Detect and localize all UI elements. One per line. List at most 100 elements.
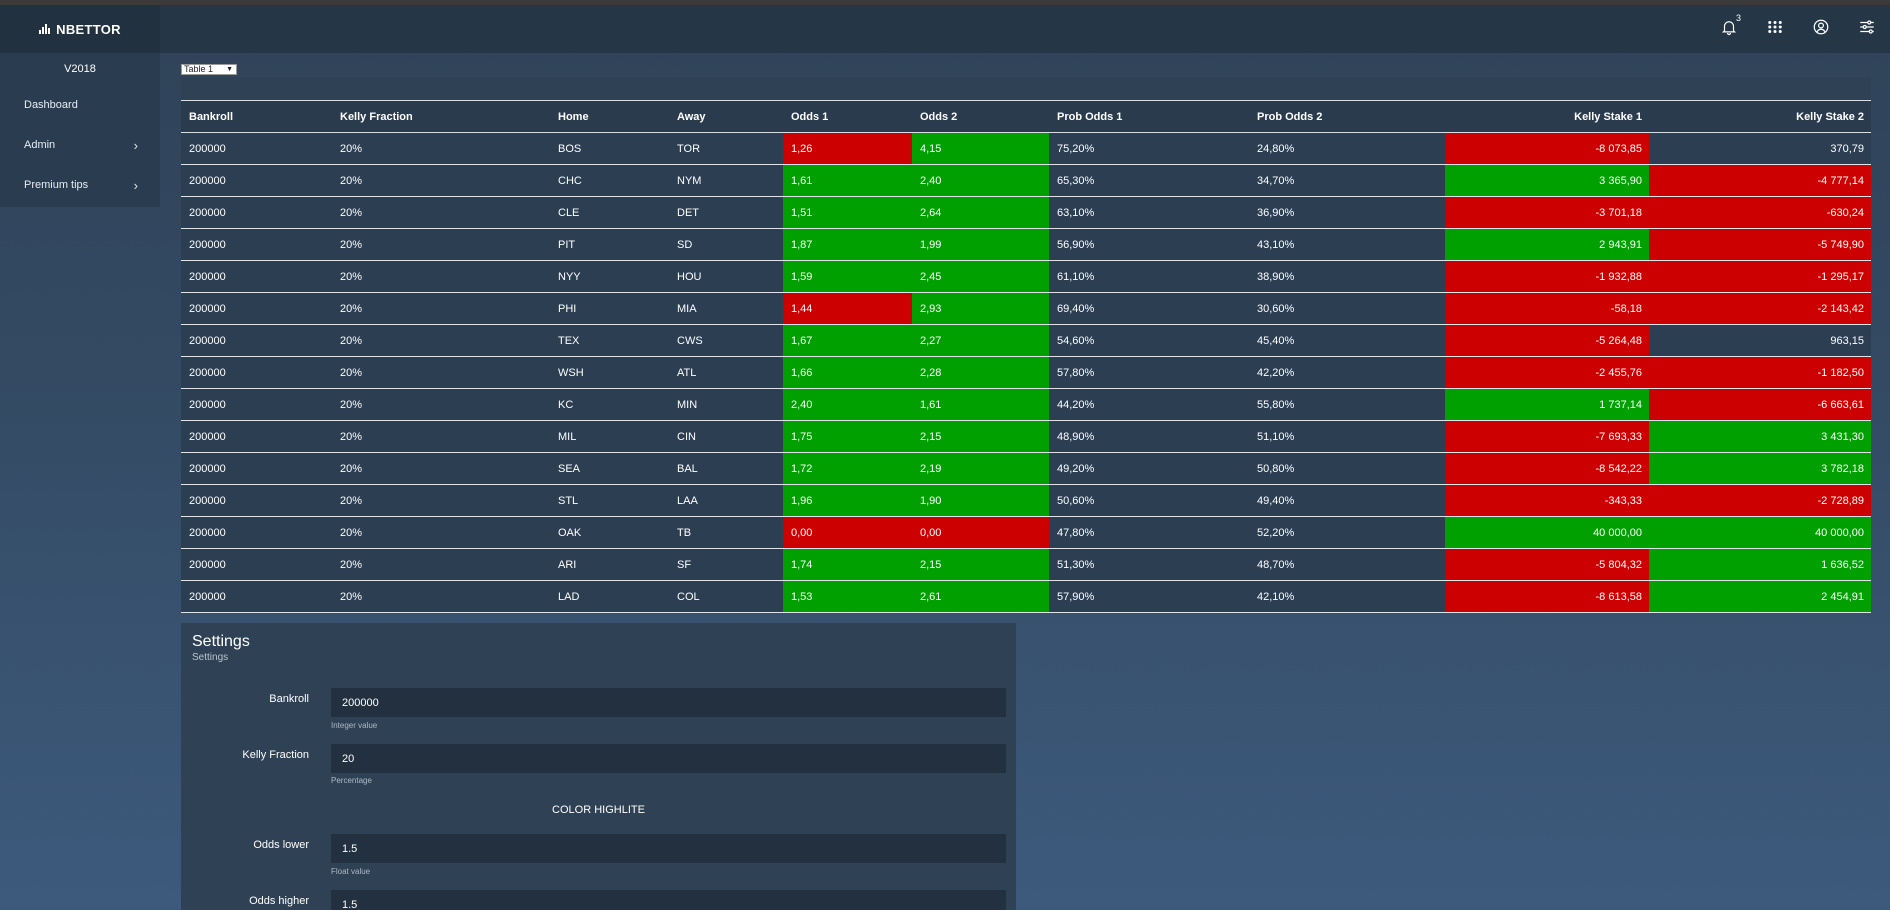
away-team-cell: SF [669,548,783,581]
table-row[interactable]: 200000 20% WSH ATL 1,66 2,28 57,80% 42,20% -2 45… [181,356,1871,389]
kelly-stake-2-cell: -6 663,61 [1649,388,1871,421]
settings-panel: Settings Settings Bankroll Integer value… [181,623,1016,910]
odds-higher-input[interactable] [331,890,1006,910]
odds-2-cell: 2,93 [912,292,1049,325]
column-header[interactable]: Away [669,100,783,133]
prob-odds-1-cell: 48,90% [1049,420,1249,453]
column-header[interactable]: Home [550,100,669,133]
prob-odds-1-cell: 51,30% [1049,548,1249,581]
home-team-cell: CHC [550,164,669,197]
home-team-cell: OAK [550,516,669,549]
dropdown-arrow-icon: ▼ [226,66,233,73]
odds-higher-label: Odds higher [249,895,309,907]
sidebar-item-premium-tips[interactable]: Premium tips › [0,165,160,205]
table-row[interactable]: 200000 20% CHC NYM 1,61 2,40 65,30% 34,70% 3 365… [181,164,1871,197]
kelly-fraction-cell: 20% [332,260,550,293]
sidebar-item-dashboard[interactable]: Dashboard [0,85,160,125]
home-team-cell: NYY [550,260,669,293]
bankroll-cell: 200000 [181,420,332,453]
table-row[interactable]: 200000 20% ARI SF 1,74 2,15 51,30% 48,70% -5 804… [181,548,1871,581]
odds-1-cell: 1,96 [783,484,912,517]
odds-1-cell: 1,67 [783,324,912,357]
prob-odds-1-cell: 49,20% [1049,452,1249,485]
chevron-right-icon: › [133,177,138,193]
home-team-cell: BOS [550,132,669,165]
kelly-fraction-cell: 20% [332,516,550,549]
bankroll-cell: 200000 [181,516,332,549]
away-team-cell: COL [669,580,783,613]
settings-subtitle: Settings [192,652,229,663]
kelly-fraction-cell: 20% [332,548,550,581]
kelly-fraction-input[interactable] [331,744,1006,773]
away-team-cell: ATL [669,356,783,389]
notifications-button[interactable]: 3 [1706,5,1752,53]
kelly-stake-1-cell: -5 804,32 [1445,548,1649,581]
kelly-stake-1-cell: -58,18 [1445,292,1649,325]
table-toolbar [181,77,1871,100]
table-body: 200000 20% BOS TOR 1,26 4,15 75,20% 24,80% -8 07… [181,132,1871,613]
top-icons: 3 [1706,5,1890,53]
sidebar-item-admin[interactable]: Admin › [0,125,160,165]
table-row[interactable]: 200000 20% CLE DET 1,51 2,64 63,10% 36,90% -3 70… [181,196,1871,229]
odds-2-cell: 4,15 [912,132,1049,165]
prob-odds-2-cell: 45,40% [1249,324,1445,357]
column-header[interactable]: Odds 1 [783,100,912,133]
sliders-icon [1858,18,1876,41]
kelly-stake-2-cell: -1 295,17 [1649,260,1871,293]
prob-odds-2-cell: 50,80% [1249,452,1445,485]
bankroll-input[interactable] [331,688,1006,717]
odds-2-cell: 1,99 [912,228,1049,261]
profile-button[interactable] [1798,5,1844,53]
kelly-fraction-label: Kelly Fraction [242,749,309,761]
kelly-stake-1-cell: -3 701,18 [1445,196,1649,229]
odds-lower-input[interactable] [331,834,1006,863]
table-row[interactable]: 200000 20% BOS TOR 1,26 4,15 75,20% 24,80% -8 07… [181,132,1871,165]
home-team-cell: WSH [550,356,669,389]
kelly-stake-2-cell: 370,79 [1649,132,1871,165]
table-row[interactable]: 200000 20% STL LAA 1,96 1,90 50,60% 49,40% -343,… [181,484,1871,517]
kelly-stake-1-cell: -1 932,88 [1445,260,1649,293]
odds-1-cell: 1,53 [783,580,912,613]
kelly-fraction-cell: 20% [332,388,550,421]
bankroll-cell: 200000 [181,260,332,293]
away-team-cell: BAL [669,452,783,485]
table-row[interactable]: 200000 20% MIL CIN 1,75 2,15 48,90% 51,10% -7 69… [181,420,1871,453]
table-row[interactable]: 200000 20% KC MIN 2,40 1,61 44,20% 55,80% 1 737,… [181,388,1871,421]
column-header[interactable]: Prob Odds 2 [1249,100,1445,133]
column-header[interactable]: Odds 2 [912,100,1049,133]
table-row[interactable]: 200000 20% PHI MIA 1,44 2,93 69,40% 30,60% -58,1… [181,292,1871,325]
kelly-stake-2-cell: -4 777,14 [1649,164,1871,197]
settings-sliders-button[interactable] [1844,5,1890,53]
brand[interactable]: NBETTOR [0,5,160,53]
apps-button[interactable] [1752,5,1798,53]
column-header[interactable]: Kelly Fraction [332,100,550,133]
bankroll-cell: 200000 [181,196,332,229]
bankroll-label: Bankroll [269,693,309,705]
kelly-fraction-cell: 20% [332,452,550,485]
table-row[interactable]: 200000 20% OAK TB 0,00 0,00 47,80% 52,20% 40 000… [181,516,1871,549]
color-highlite-heading: COLOR HIGHLITE [552,804,645,816]
column-header[interactable]: Kelly Stake 2 [1649,100,1871,133]
column-header[interactable]: Bankroll [181,100,332,133]
kelly-stake-1-cell: -343,33 [1445,484,1649,517]
odds-table: Bankroll Kelly Fraction Home Away Odds 1… [181,100,1871,613]
odds-2-cell: 1,61 [912,388,1049,421]
odds-2-cell: 2,61 [912,580,1049,613]
prob-odds-1-cell: 44,20% [1049,388,1249,421]
kelly-stake-2-cell: 3 431,30 [1649,420,1871,453]
table-selector[interactable]: Table 1 ▼ [181,64,237,75]
bankroll-cell: 200000 [181,292,332,325]
apps-grid-icon [1766,18,1784,41]
table-row[interactable]: 200000 20% TEX CWS 1,67 2,27 54,60% 45,40% -5 26… [181,324,1871,357]
away-team-cell: DET [669,196,783,229]
table-row[interactable]: 200000 20% PIT SD 1,87 1,99 56,90% 43,10% 2 943,… [181,228,1871,261]
odds-lower-label: Odds lower [253,839,309,851]
table-row[interactable]: 200000 20% NYY HOU 1,59 2,45 61,10% 38,90% -1 93… [181,260,1871,293]
table-row[interactable]: 200000 20% SEA BAL 1,72 2,19 49,20% 50,80% -8 54… [181,452,1871,485]
table-row[interactable]: 200000 20% LAD COL 1,53 2,61 57,90% 42,10% -8 61… [181,580,1871,613]
column-header[interactable]: Kelly Stake 1 [1445,100,1649,133]
prob-odds-2-cell: 30,60% [1249,292,1445,325]
away-team-cell: LAA [669,484,783,517]
bankroll-cell: 200000 [181,548,332,581]
column-header[interactable]: Prob Odds 1 [1049,100,1249,133]
